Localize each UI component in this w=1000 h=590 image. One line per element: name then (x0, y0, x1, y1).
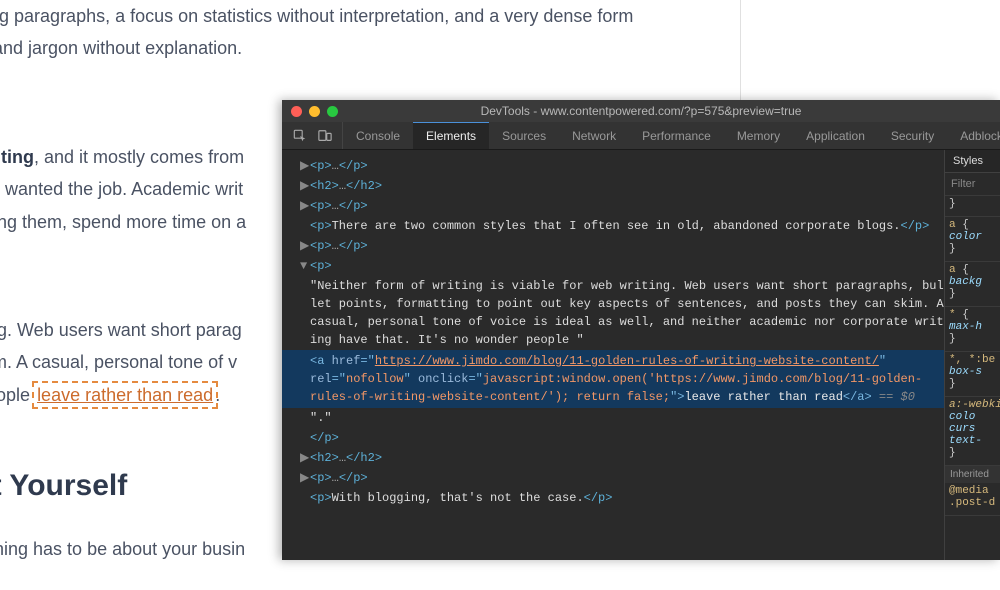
style-rule[interactable]: *, *:bebox-s} (945, 352, 1000, 397)
tab-performance[interactable]: Performance (629, 122, 724, 149)
selected-dom-node[interactable]: <a href="https://www.jimdo.com/blog/11-g… (282, 350, 944, 408)
styles-tab[interactable]: Styles (945, 150, 1000, 173)
dom-tree-panel[interactable]: ▶<p>…</p> ▶<h2>…</h2> ▶<p>…</p> <p>There… (282, 150, 944, 560)
tab-application[interactable]: Application (793, 122, 878, 149)
tab-sources[interactable]: Sources (489, 122, 559, 149)
tab-network[interactable]: Network (559, 122, 629, 149)
style-rule[interactable]: a {backg} (945, 262, 1000, 307)
style-rule[interactable]: a {color} (945, 217, 1000, 262)
style-rule[interactable]: @media .post-d (945, 483, 1000, 516)
traffic-lights (282, 106, 338, 117)
devtools-window: DevTools - www.contentpowered.com/?p=575… (282, 100, 1000, 560)
style-rule[interactable]: a:-webkicolocurstext-} (945, 397, 1000, 466)
inherited-from-label: Inherited (945, 466, 1000, 483)
zoom-icon[interactable] (327, 106, 338, 117)
tab-memory[interactable]: Memory (724, 122, 793, 149)
inspected-link[interactable]: leave rather than read (35, 384, 215, 406)
styles-panel[interactable]: Styles Filter } a {color} a {backg} * {m… (944, 150, 1000, 560)
window-titlebar[interactable]: DevTools - www.contentpowered.com/?p=575… (282, 100, 1000, 122)
close-icon[interactable] (291, 106, 302, 117)
style-rule[interactable]: * {max-h} (945, 307, 1000, 352)
styles-filter-input[interactable]: Filter (945, 173, 1000, 196)
window-title: DevTools - www.contentpowered.com/?p=575… (282, 104, 1000, 118)
minimize-icon[interactable] (309, 106, 320, 117)
sidebar-blank (740, 0, 1000, 100)
tab-elements[interactable]: Elements (413, 122, 489, 149)
style-rule[interactable]: } (945, 196, 1000, 217)
tab-adblock[interactable]: Adblock (947, 122, 1000, 149)
paragraph: ry long paragraphs, a focus on statistic… (0, 0, 685, 65)
inspect-element-icon[interactable] (292, 128, 307, 143)
tab-security[interactable]: Security (878, 122, 947, 149)
device-toolbar-icon[interactable] (317, 128, 332, 143)
tab-console[interactable]: Console (343, 122, 413, 149)
devtools-tabs: Console Elements Sources Network Perform… (282, 122, 1000, 150)
